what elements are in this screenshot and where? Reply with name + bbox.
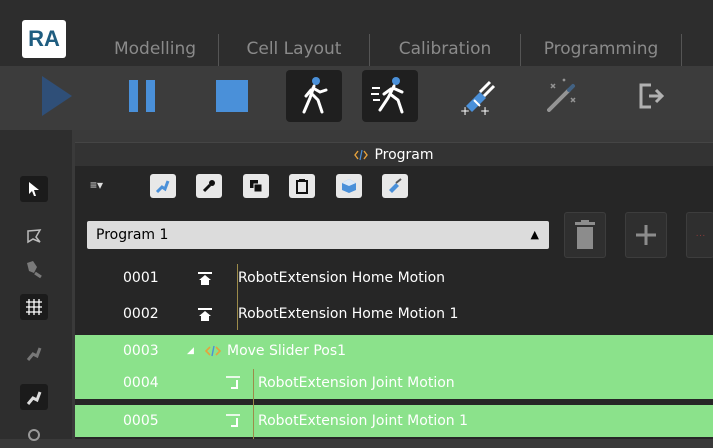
program-row[interactable]: 0003 ◢ Move Slider Pos1 xyxy=(75,335,713,367)
walk-mode-button[interactable] xyxy=(286,70,342,122)
teach-icon: + + xyxy=(460,80,496,116)
row-number: 0004 xyxy=(123,375,159,391)
robot-arm-icon xyxy=(26,347,42,361)
gripper-icon xyxy=(27,261,42,279)
exit-button[interactable] xyxy=(624,70,680,122)
stop-button[interactable] xyxy=(204,70,260,122)
home-icon xyxy=(198,272,212,285)
pause-button[interactable] xyxy=(114,70,170,122)
wrench-icon xyxy=(202,180,215,193)
row-label: RobotExtension Joint Motion xyxy=(258,375,455,391)
program-select-value: Program 1 xyxy=(96,227,169,243)
home-icon xyxy=(198,308,212,321)
select-tool[interactable] xyxy=(20,176,48,202)
play-button[interactable] xyxy=(28,70,84,122)
row-number: 0001 xyxy=(123,270,159,286)
gripper-tool[interactable] xyxy=(20,256,48,282)
row-label: Move Slider Pos1 xyxy=(227,343,347,359)
row-number: 0002 xyxy=(123,306,159,322)
collapse-arrow-icon: ◢ xyxy=(187,346,194,356)
run-mode-button[interactable] xyxy=(362,70,418,122)
row-label: RobotExtension Home Motion 1 xyxy=(238,306,459,322)
robot-teach-tool[interactable] xyxy=(20,384,48,410)
row-divider xyxy=(75,401,713,403)
row-label: RobotExtension Joint Motion 1 xyxy=(258,413,468,429)
trash-icon xyxy=(575,220,595,249)
program-select[interactable]: Program 1 ▲ xyxy=(87,221,549,249)
run-icon xyxy=(371,77,404,114)
code-icon xyxy=(354,149,369,161)
exit-icon xyxy=(639,83,665,109)
delete-program-button[interactable] xyxy=(564,212,606,258)
play-icon xyxy=(42,76,72,116)
joint-icon xyxy=(226,376,240,389)
teach-icon xyxy=(389,178,402,193)
robot-arm-tool[interactable] xyxy=(20,340,48,366)
lasso-icon xyxy=(27,229,42,244)
program-row[interactable]: 0004 RobotExtension Joint Motion xyxy=(75,367,713,399)
teach-button[interactable]: + + xyxy=(450,70,506,122)
menu-dropdown-button[interactable]: ≡▾ xyxy=(90,178,103,192)
robot-teach-icon xyxy=(26,391,42,405)
program-row[interactable]: 0002 RobotExtension Home Motion 1 xyxy=(75,298,713,330)
row-number: 0005 xyxy=(123,413,159,429)
list-menu-icon: ≡▾ xyxy=(90,178,104,192)
add-motion-button[interactable] xyxy=(150,174,176,198)
updown-arrows-icon: ▲ xyxy=(530,228,539,241)
grid-icon xyxy=(26,299,42,315)
pause-icon xyxy=(129,80,155,112)
object-button[interactable] xyxy=(336,174,362,198)
paste-button[interactable] xyxy=(289,174,315,198)
code-icon xyxy=(205,345,221,357)
program-row[interactable]: 0005 RobotExtension Joint Motion 1 xyxy=(75,405,713,437)
teach-point-button[interactable] xyxy=(382,174,408,198)
magic-wand-icon xyxy=(547,78,576,112)
target-icon xyxy=(28,429,40,441)
row-label: RobotExtension Home Motion xyxy=(238,270,446,286)
remove-program-button[interactable]: ··· xyxy=(686,212,713,258)
tab-divider xyxy=(681,34,682,66)
target-tool[interactable] xyxy=(20,422,48,448)
tab-programming[interactable]: Programming xyxy=(521,34,681,66)
dots-icon: ··· xyxy=(695,229,706,241)
svg-text:+: + xyxy=(480,104,490,116)
tab-modelling[interactable]: Modelling xyxy=(92,34,218,66)
stop-icon xyxy=(216,80,248,112)
grid-tool[interactable] xyxy=(20,294,48,320)
lasso-tool[interactable] xyxy=(20,223,48,249)
tree-line xyxy=(237,264,238,330)
plus-icon xyxy=(636,225,656,245)
clipboard-icon xyxy=(296,179,308,194)
joint-icon xyxy=(226,414,240,427)
robot-arm-icon xyxy=(155,180,170,194)
tab-cell-layout[interactable]: Cell Layout xyxy=(219,34,369,66)
row-number: 0003 xyxy=(123,343,159,359)
program-row[interactable]: 0001 RobotExtension Home Motion xyxy=(75,262,713,294)
walk-icon xyxy=(302,77,328,114)
cube-icon xyxy=(342,179,356,193)
magic-wand-button[interactable] xyxy=(533,70,589,122)
svg-text:+: + xyxy=(460,104,470,116)
tool-settings-button[interactable] xyxy=(196,174,222,198)
pointer-icon xyxy=(29,182,39,196)
tab-calibration[interactable]: Calibration xyxy=(370,34,520,66)
copy-button[interactable] xyxy=(243,174,269,198)
panel-title: Program xyxy=(374,147,434,163)
app-logo: RA xyxy=(22,20,66,58)
copy-icon xyxy=(250,180,263,193)
add-program-button[interactable] xyxy=(625,212,667,258)
tree-line xyxy=(253,369,254,439)
main-toolbar xyxy=(0,66,713,130)
panel-header: Program xyxy=(75,142,713,167)
